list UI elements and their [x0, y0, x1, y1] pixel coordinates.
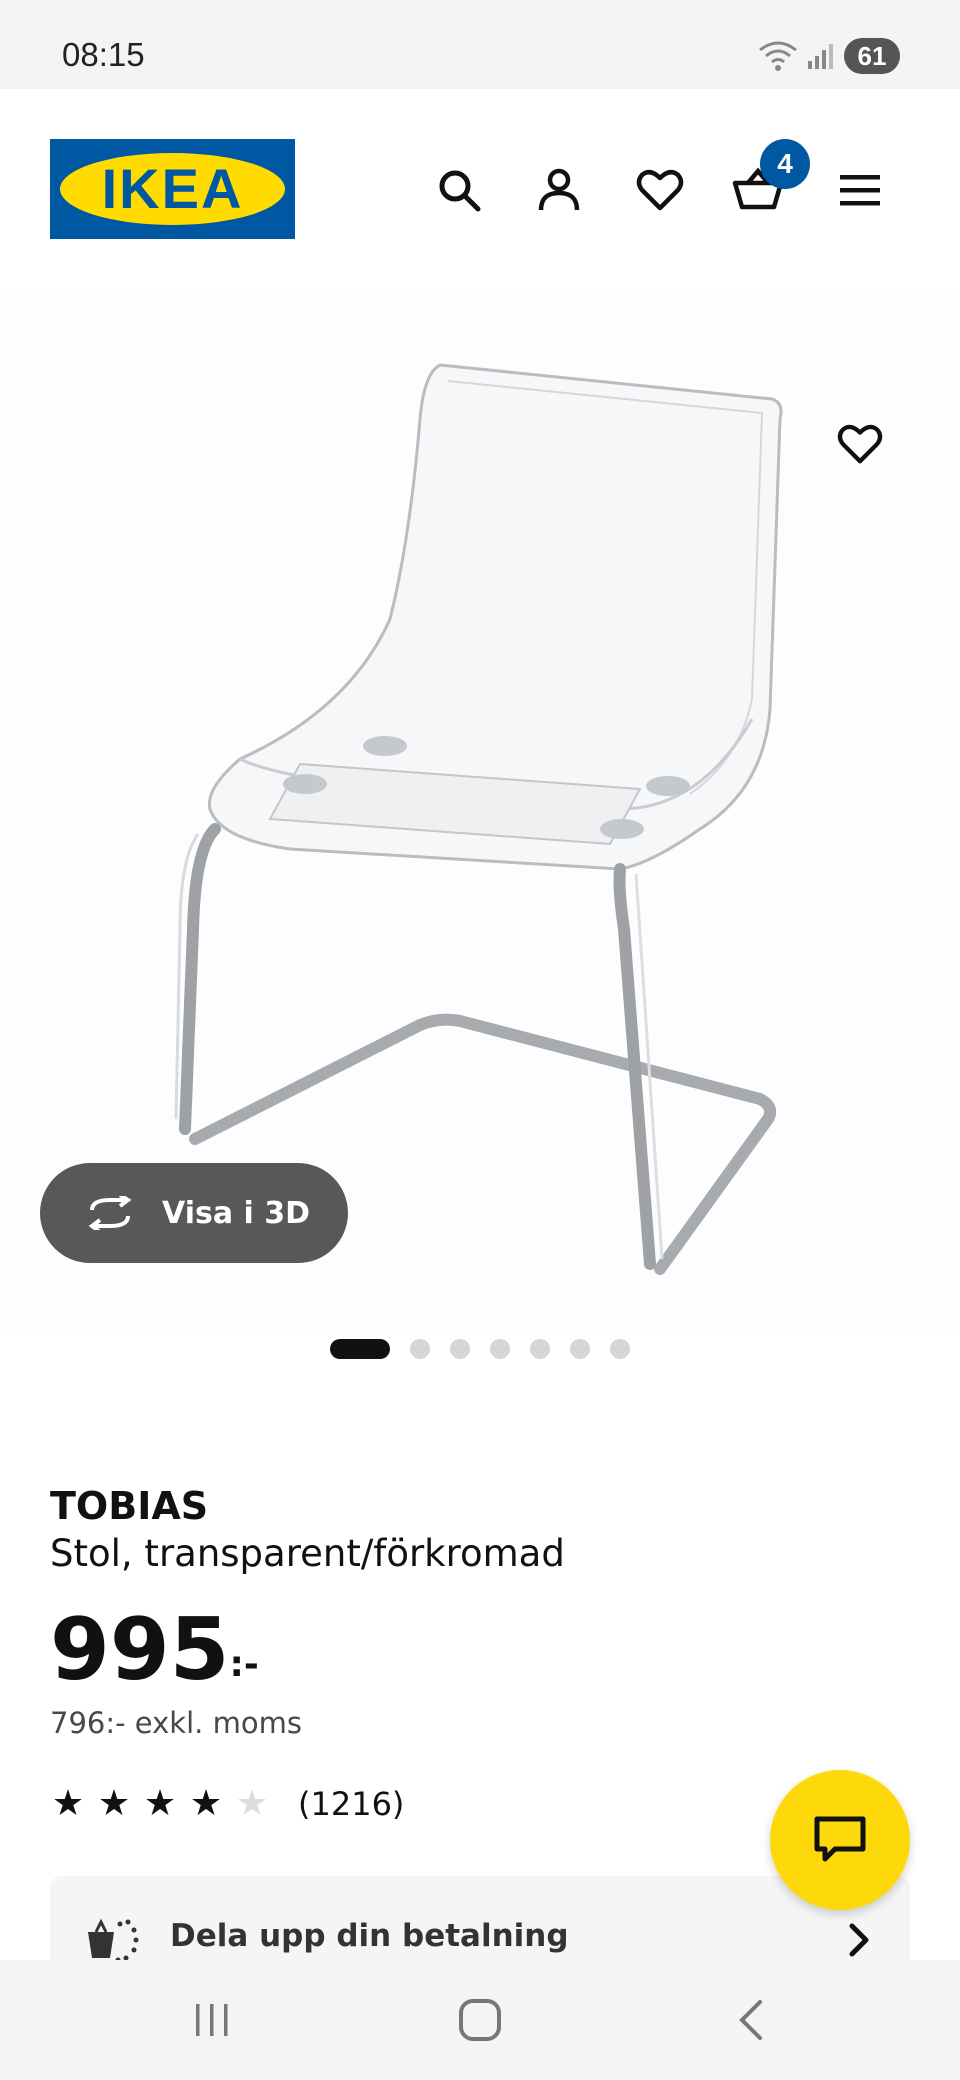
carousel-dot[interactable] [610, 1339, 630, 1359]
star-filled-icon: ★ [143, 1783, 177, 1824]
carousel-dot[interactable] [490, 1339, 510, 1359]
battery-indicator: 61 [844, 38, 900, 74]
star-filled-icon: ★ [51, 1783, 85, 1824]
product-rating[interactable]: ★ ★ ★ ★ ★ (1216) [50, 1783, 405, 1824]
ikea-logo[interactable]: IKEA [50, 139, 295, 239]
home-icon [459, 1999, 501, 2041]
view-in-3d-label: Visa i 3D [162, 1195, 311, 1231]
product-name: TOBIAS [50, 1484, 209, 1528]
review-count[interactable]: (1216) [298, 1785, 404, 1823]
carousel-pagination[interactable] [0, 1339, 960, 1359]
status-icons: 61 [758, 36, 900, 76]
back-button[interactable] [720, 1990, 780, 2050]
carousel-dot[interactable] [410, 1339, 430, 1359]
account-button[interactable] [531, 162, 587, 218]
view-in-3d-button[interactable]: Visa i 3D [40, 1163, 348, 1263]
recent-apps-icon [196, 2004, 228, 2036]
price-suffix: :- [229, 1644, 259, 1685]
carousel-dot[interactable] [570, 1339, 590, 1359]
chat-icon [814, 1816, 866, 1862]
carousel-dot[interactable] [450, 1339, 470, 1359]
logo-text: IKEA [101, 157, 244, 220]
price-excl-vat: 796:- exkl. moms [50, 1706, 302, 1740]
back-chevron-icon [739, 2000, 762, 2040]
status-time: 08:15 [62, 36, 145, 73]
account-icon [538, 168, 580, 211]
search-button[interactable] [431, 162, 487, 218]
price-value: 995 [50, 1600, 230, 1700]
cart-count-badge: 4 [760, 139, 810, 189]
star-empty-icon: ★ [235, 1783, 269, 1824]
chevron-right-icon [849, 1923, 869, 1957]
site-header: IKEA 4 [0, 89, 960, 289]
signal-icon [808, 44, 833, 69]
carousel-dot[interactable] [330, 1339, 390, 1359]
hamburger-menu-icon [840, 175, 880, 206]
rotate-3d-icon [88, 1196, 132, 1230]
wishlist-button[interactable] [632, 162, 688, 218]
star-filled-icon: ★ [97, 1783, 131, 1824]
recent-apps-button[interactable] [182, 1990, 242, 2050]
home-button[interactable] [450, 1990, 510, 2050]
wifi-icon [759, 41, 797, 71]
status-bar: 08:15 61 [0, 0, 960, 89]
split-payment-icon [88, 1918, 139, 1963]
heart-icon [837, 424, 883, 464]
heart-icon [636, 169, 684, 211]
save-to-favorites-button[interactable] [830, 414, 890, 474]
split-payment-label: Dela upp din betalning [170, 1918, 569, 1954]
search-icon [439, 170, 481, 212]
product-description: Stol, transparent/förkromad [50, 1532, 565, 1575]
system-navigation-bar [0, 1960, 960, 2080]
star-filled-icon: ★ [189, 1783, 223, 1824]
menu-button[interactable] [832, 162, 888, 218]
chat-button[interactable] [770, 1770, 910, 1910]
product-price: 995 :- [50, 1600, 259, 1700]
carousel-dot[interactable] [530, 1339, 550, 1359]
product-gallery[interactable]: Visa i 3D [0, 289, 960, 1359]
